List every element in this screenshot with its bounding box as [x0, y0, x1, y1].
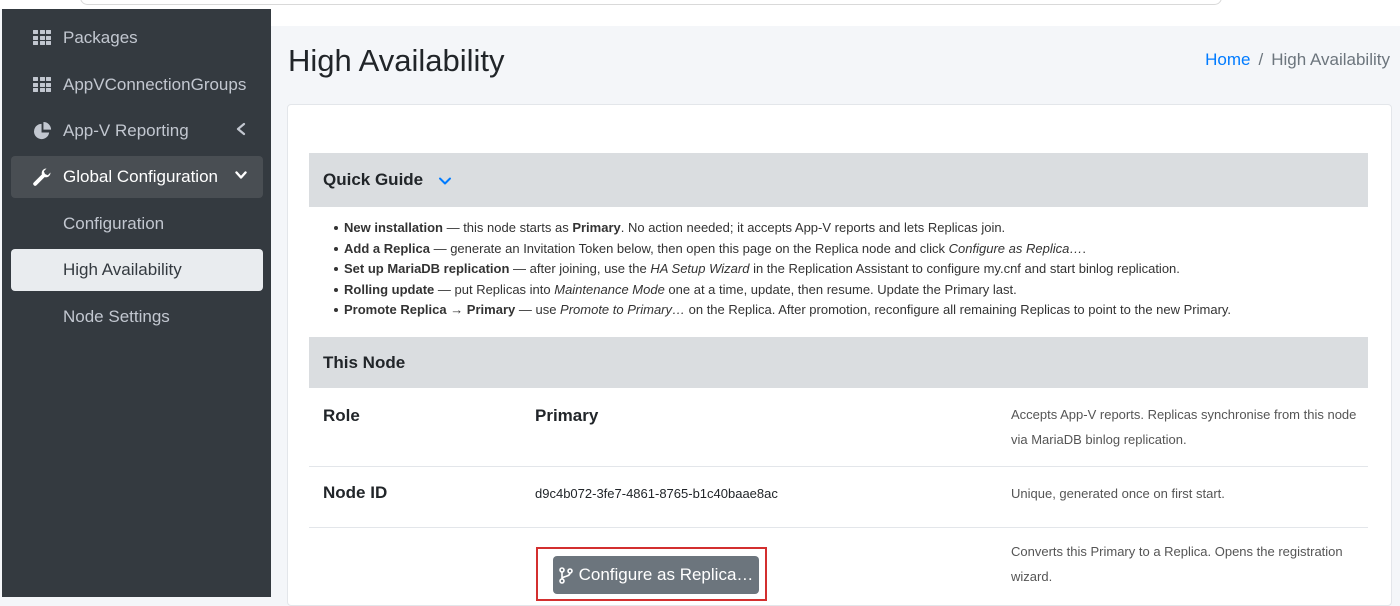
action-description: Converts this Primary to a Replica. Open… — [1011, 544, 1343, 584]
chevron-down-icon[interactable] — [438, 176, 452, 186]
grid-icon — [32, 28, 52, 48]
node-id-label: Node ID — [323, 483, 388, 502]
list-item: Add a Replica — generate an Invitation T… — [333, 239, 1231, 260]
sidebar-item-label: Global Configuration — [63, 167, 218, 186]
main-content: High Availability Home / High Availability… — [271, 9, 1400, 606]
this-node-title: This Node — [323, 353, 406, 372]
configure-as-replica-label: Configure as Replica… — [578, 565, 754, 584]
sidebar-item-label: Configuration — [63, 214, 165, 233]
address-bar-edge — [80, 0, 1222, 5]
configure-as-replica-button[interactable]: Configure as Replica… — [553, 556, 759, 594]
table-row: Configure as Replica… Converts this Prim… — [309, 527, 1368, 605]
role-label: Role — [323, 406, 360, 425]
pie-chart-icon — [32, 121, 52, 141]
sidebar-item-label: App-V Reporting — [63, 121, 189, 140]
top-strip — [271, 9, 1400, 26]
table-row: Role Primary Accepts App-V reports. Repl… — [309, 388, 1368, 467]
wrench-icon — [32, 167, 52, 187]
chevron-left-icon — [236, 122, 246, 136]
list-item: Promote Replica → Primary — use Promote … — [333, 300, 1231, 321]
sidebar-item-label: AppVConnectionGroups — [63, 75, 247, 94]
sidebar-item-appv-reporting[interactable]: App-V Reporting — [11, 110, 263, 152]
sidebar-item-appvconnectiongroups[interactable]: AppVConnectionGroups — [11, 64, 263, 106]
sidebar-item-label: Node Settings — [63, 307, 170, 326]
node-id-description: Unique, generated once on first start. — [1011, 486, 1225, 501]
chevron-down-icon — [235, 171, 247, 179]
breadcrumb-current: High Availability — [1271, 50, 1390, 69]
sidebar-item-configuration[interactable]: Configuration — [11, 203, 263, 245]
role-value: Primary — [535, 406, 599, 425]
ha-card: Quick Guide New installation — this node… — [287, 104, 1392, 606]
list-item: New installation — this node starts as P… — [333, 218, 1231, 239]
this-node-header: This Node — [309, 337, 1368, 388]
table-row: Node ID d9c4b072-3fe7-4861-8765-b1c40baa… — [309, 466, 1368, 528]
sidebar-item-label: Packages — [63, 28, 138, 47]
grid-icon — [32, 75, 52, 95]
breadcrumb-home-link[interactable]: Home — [1205, 50, 1250, 69]
node-id-value: d9c4b072-3fe7-4861-8765-b1c40baae8ac — [535, 486, 778, 501]
sidebar-item-node-settings[interactable]: Node Settings — [11, 296, 263, 338]
breadcrumb: Home / High Availability — [1205, 50, 1390, 70]
sidebar-item-label: High Availability — [63, 260, 182, 279]
sidebar-item-global-configuration[interactable]: Global Configuration — [11, 156, 263, 198]
quick-guide-list: New installation — this node starts as P… — [333, 218, 1231, 321]
breadcrumb-separator: / — [1258, 50, 1264, 69]
sidebar-item-packages[interactable]: Packages — [11, 17, 263, 59]
code-branch-icon — [558, 566, 573, 584]
browser-top-edge — [0, 0, 1400, 9]
sidebar: Packages AppVConnectionGroups App-V Repo… — [2, 9, 271, 597]
role-description: Accepts App-V reports. Replicas synchron… — [1011, 407, 1357, 447]
quick-guide-header[interactable]: Quick Guide — [309, 153, 1368, 207]
page-title: High Availability — [288, 43, 505, 78]
list-item: Set up MariaDB replication — after joini… — [333, 259, 1231, 280]
sidebar-item-high-availability[interactable]: High Availability — [11, 249, 263, 291]
list-item: Rolling update — put Replicas into Maint… — [333, 280, 1231, 301]
quick-guide-title: Quick Guide — [323, 170, 424, 189]
